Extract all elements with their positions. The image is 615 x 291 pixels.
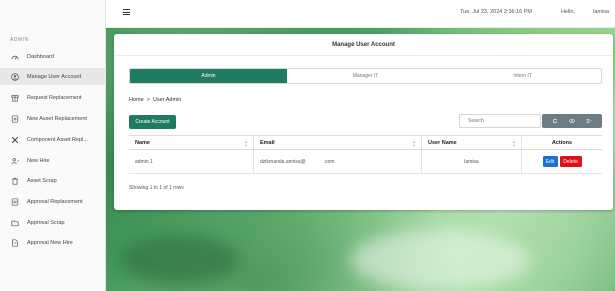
column-header-name[interactable]: Name ▲ ▼ — [129, 136, 254, 149]
toggle-view-icon[interactable] — [569, 118, 575, 124]
columns-icon[interactable] — [586, 118, 593, 124]
refresh-icon[interactable] — [552, 118, 558, 124]
sidebar-item-dashboard[interactable]: Dashboard — [0, 48, 106, 65]
edit-button[interactable]: Edit — [542, 156, 558, 167]
cell-name: admin 1 — [129, 150, 254, 173]
sidebar-heading: ADMIN — [10, 37, 30, 43]
search-input[interactable] — [459, 114, 541, 128]
sidebar-item-new-hire[interactable]: New Hire — [0, 152, 106, 169]
sidebar-item-label: Approval Scrap — [27, 219, 65, 226]
user-account-icon — [10, 72, 19, 81]
sidebar-item-label: Request Replacement — [27, 94, 82, 101]
sort-icon: ▲ ▼ — [512, 139, 516, 148]
manage-user-card: Manage User Account Admin Manager IT Int… — [114, 34, 613, 210]
background-highlight — [350, 230, 530, 290]
request-icon — [10, 93, 19, 102]
top-bar: Tue, Jul 23, 2024 2:36:16 PM Hello, lami… — [106, 0, 615, 28]
sidebar-item-approval-scrap[interactable]: Approval Scrap — [0, 214, 106, 231]
sidebar-item-request-replacement[interactable]: Request Replacement — [0, 89, 106, 106]
breadcrumb-separator: > — [146, 97, 150, 103]
sidebar: ADMIN Dashboard Manage User Account Requ… — [0, 0, 106, 291]
tab-admin[interactable]: Admin — [130, 69, 287, 83]
page-title: Manage User Account — [332, 42, 395, 48]
sidebar-item-approval-new-hire[interactable]: Approval New Hire — [0, 234, 106, 251]
sidebar-item-label: Asset Scrap — [27, 177, 57, 184]
sidebar-item-new-asset-replacement[interactable]: New Asset Replacement — [0, 110, 106, 127]
background-shadow — [120, 235, 240, 285]
sidebar-item-label: New Asset Replacement — [27, 115, 87, 122]
user-table: Name ▲ ▼ Email ▲ ▼ User Name ▲ ▼ Actions admin… — [129, 135, 602, 174]
table-row: admin 1 dzikrnanda.annisa@ .com lamisa Ed… — [129, 150, 602, 174]
email-domain: .com — [323, 158, 335, 165]
title-divider — [114, 55, 613, 56]
table-toolbar — [542, 114, 602, 128]
sort-icon: ▲ ▼ — [244, 139, 248, 148]
cell-email: dzikrnanda.annisa@ .com — [254, 150, 422, 173]
sidebar-item-label: New Hire — [27, 157, 50, 164]
table-header: Name ▲ ▼ Email ▲ ▼ User Name ▲ ▼ Actions — [129, 135, 602, 150]
column-label: User Name — [428, 139, 457, 146]
sidebar-item-approval-replacement[interactable]: Approval Replacement — [0, 193, 106, 210]
approval-icon — [10, 197, 19, 206]
pagination-info: Showing 1 to 1 of 1 rows — [129, 185, 184, 191]
breadcrumb: Home > User Admin — [129, 97, 181, 103]
column-label: Name — [135, 139, 150, 146]
sidebar-item-label: Approval Replacement — [27, 198, 83, 205]
document-icon — [10, 238, 19, 247]
new-asset-icon — [10, 114, 19, 123]
sidebar-item-asset-scrap[interactable]: Asset Scrap — [0, 172, 106, 189]
cell-actions: Edit Delete — [522, 150, 602, 173]
dashboard-icon — [10, 52, 19, 61]
sidebar-item-label: Dashboard — [27, 53, 54, 60]
tab-manager-it[interactable]: Manager IT — [287, 69, 444, 83]
greeting: Hello, — [560, 9, 575, 15]
sidebar-item-label: Component Asset Repl... — [27, 136, 88, 143]
column-header-email[interactable]: Email ▲ ▼ — [254, 136, 422, 149]
email-local: dzikrnanda.annisa@ — [260, 158, 306, 165]
new-hire-icon — [10, 156, 19, 165]
sidebar-item-manage-user-account[interactable]: Manage User Account — [0, 68, 106, 85]
tab-intern-it[interactable]: Intern IT — [444, 69, 601, 83]
current-datetime: Tue, Jul 23, 2024 2:36:16 PM — [460, 9, 532, 15]
breadcrumb-current: User Admin — [152, 97, 182, 103]
breadcrumb-home[interactable]: Home — [129, 97, 144, 103]
create-account-button[interactable]: Create Account — [129, 115, 176, 129]
column-header-username[interactable]: User Name ▲ ▼ — [422, 136, 522, 149]
column-header-actions: Actions — [522, 136, 602, 149]
column-label: Email — [260, 139, 275, 146]
sidebar-item-component-asset-replacement[interactable]: Component Asset Repl... — [0, 131, 106, 148]
cell-username: lamisa — [422, 150, 522, 173]
menu-toggle-icon[interactable] — [123, 9, 130, 16]
delete-button[interactable]: Delete — [559, 156, 582, 167]
sort-icon: ▲ ▼ — [412, 139, 416, 148]
sidebar-item-label: Manage User Account — [27, 73, 82, 80]
trash-icon — [10, 176, 19, 185]
component-icon — [10, 135, 19, 144]
user-menu[interactable]: lamisa — [593, 9, 609, 15]
role-tabs: Admin Manager IT Intern IT — [129, 68, 602, 84]
folder-icon — [10, 218, 19, 227]
sidebar-item-label: Approval New Hire — [27, 239, 73, 246]
column-label: Actions — [551, 139, 573, 146]
